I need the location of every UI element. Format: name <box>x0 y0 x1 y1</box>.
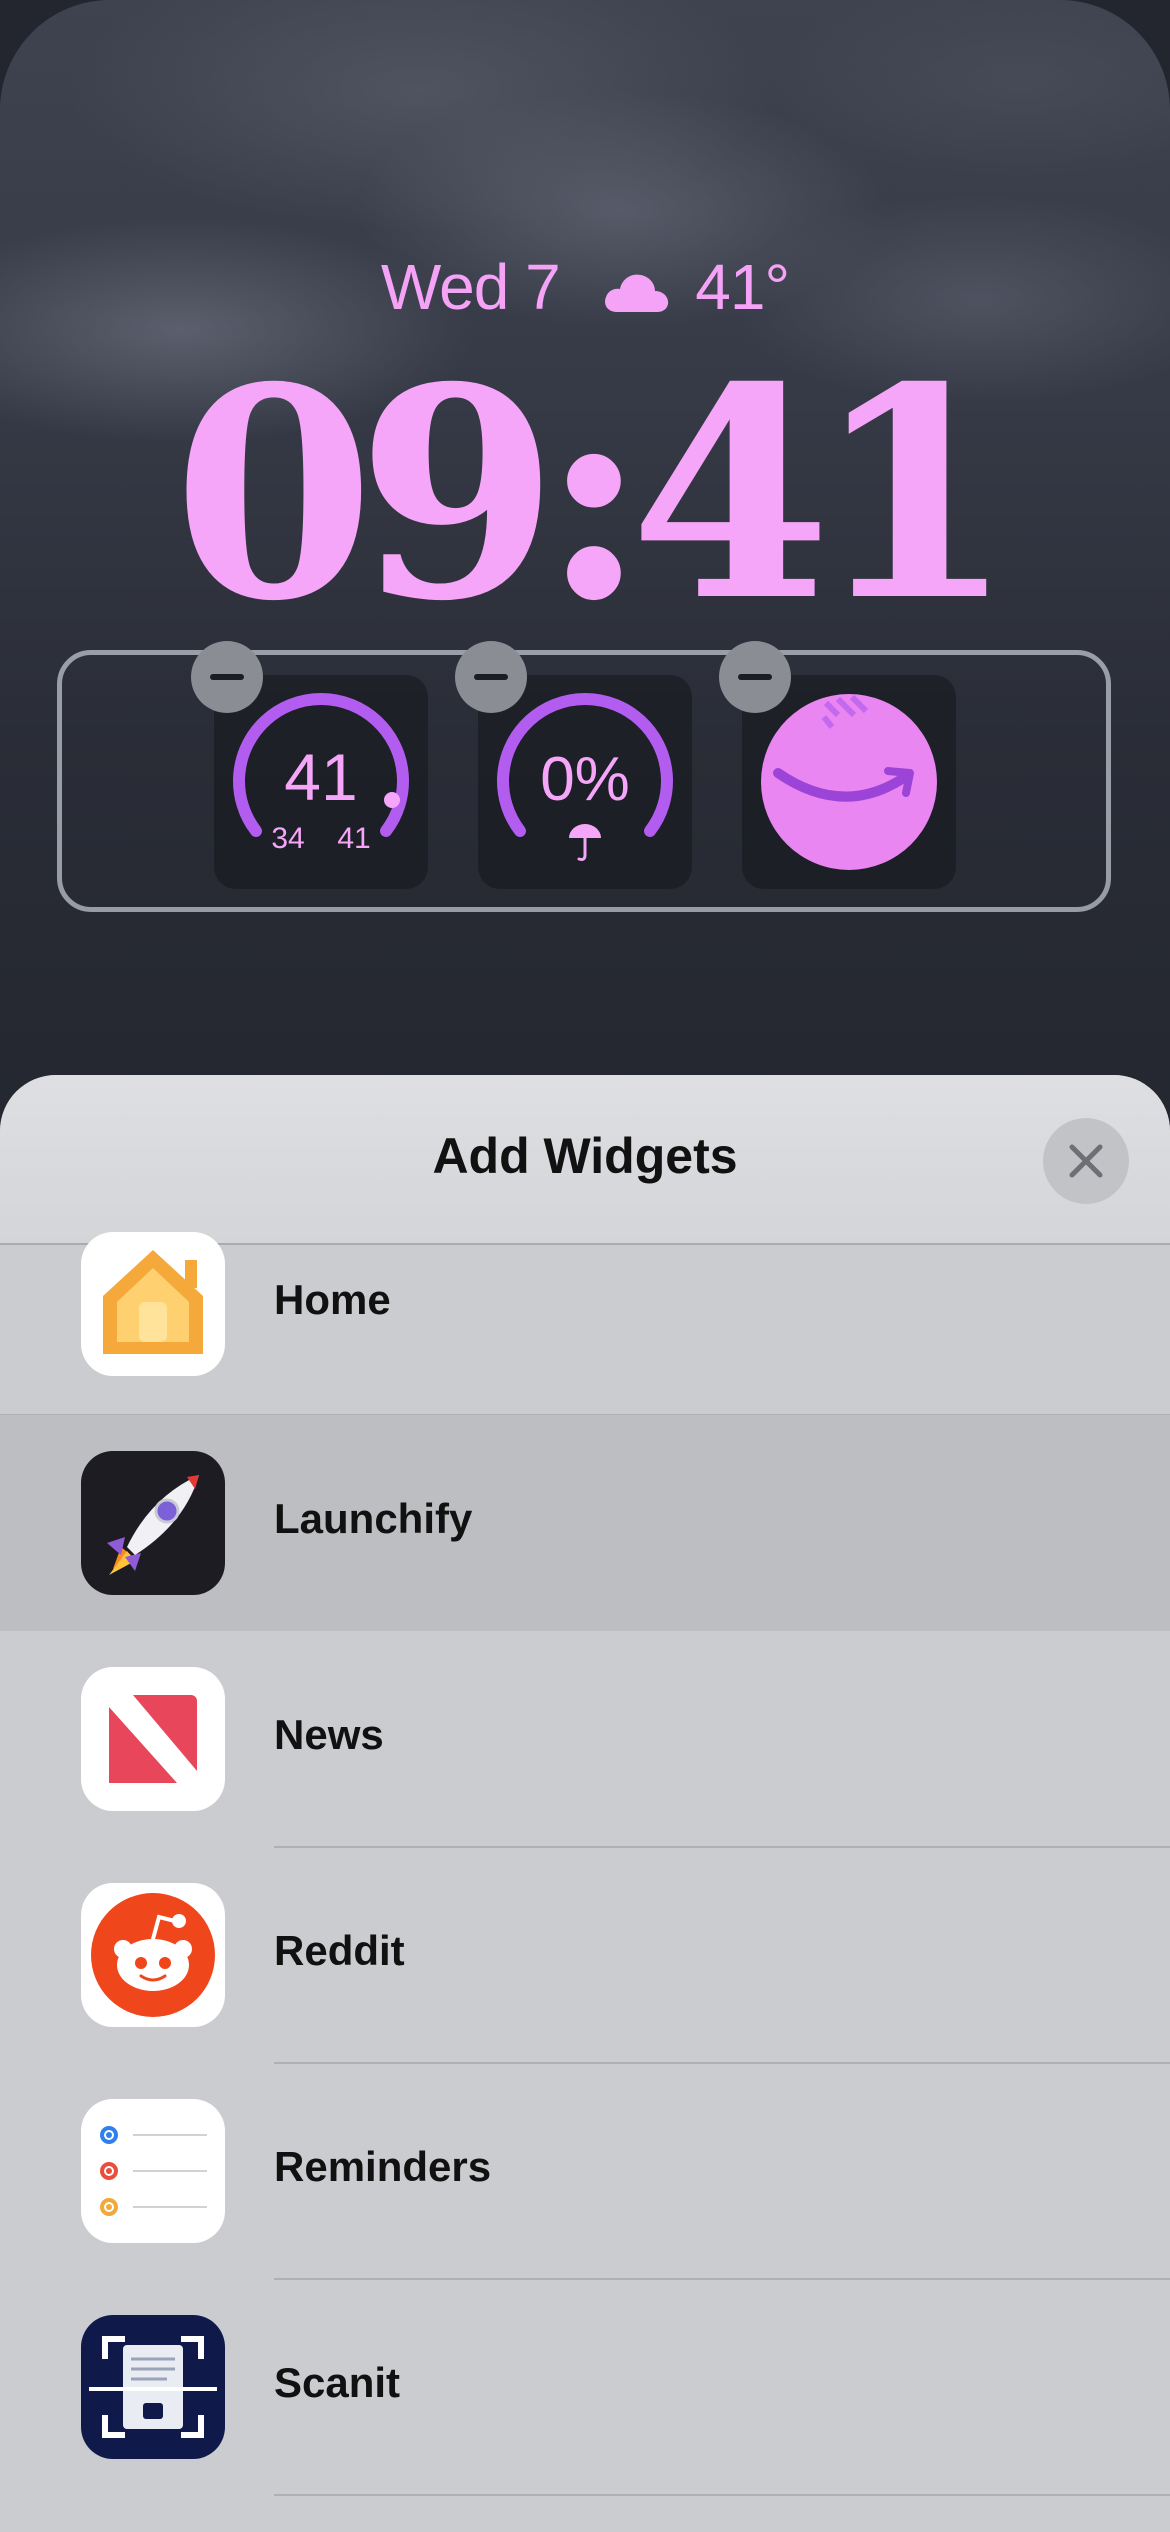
app-label: Scanit <box>274 2359 401 2406</box>
close-icon <box>1069 1144 1103 1178</box>
date-label: Wed 7 <box>380 251 561 323</box>
clock-time[interactable]: 09:41 <box>0 350 1170 640</box>
add-widgets-sheet: Add Widgets Home Launchify News Reddit R… <box>0 1075 1170 2532</box>
news-icon <box>81 1667 225 1811</box>
temperature-gauge-high: 41 <box>337 822 370 855</box>
cloud-icon <box>603 255 669 329</box>
app-row-news[interactable]: News <box>0 1631 1170 1847</box>
app-row-scanit[interactable]: Scanit <box>0 2279 1170 2495</box>
app-label: Home <box>274 1276 391 1323</box>
remove-widget-button[interactable] <box>719 641 791 713</box>
scanit-icon <box>81 2315 225 2459</box>
app-label: Reddit <box>274 1927 405 1974</box>
app-label: Reminders <box>274 2143 492 2190</box>
umbrella-icon <box>569 824 601 861</box>
sheet-title: Add Widgets <box>432 1128 738 1184</box>
lock-screen-background: Wed 7 41° 09:41 <box>0 0 1170 1130</box>
remove-widget-button[interactable] <box>191 641 263 713</box>
app-label: Launchify <box>274 1495 473 1542</box>
temperature-label: 41° <box>695 251 790 323</box>
temperature-gauge-value: 41 <box>284 740 357 814</box>
date-weather-line[interactable]: Wed 7 41° <box>0 250 1170 329</box>
app-row-home[interactable]: Home <box>0 1196 1170 1412</box>
rocket-icon <box>81 1451 225 1595</box>
reminders-icon <box>81 2099 225 2243</box>
app-row-reminders[interactable]: Reminders <box>0 2063 1170 2279</box>
remove-widget-button[interactable] <box>455 641 527 713</box>
temperature-gauge-low: 34 <box>271 822 304 855</box>
row-separator <box>274 2494 1170 2496</box>
home-icon <box>81 1232 225 1376</box>
close-button[interactable] <box>1043 1118 1129 1204</box>
reddit-icon <box>81 1883 225 2027</box>
app-row-launchify[interactable]: Launchify <box>0 1415 1170 1631</box>
app-row-reddit[interactable]: Reddit <box>0 1847 1170 2063</box>
app-label: News <box>274 1711 384 1758</box>
precipitation-gauge-value: 0% <box>540 745 630 814</box>
